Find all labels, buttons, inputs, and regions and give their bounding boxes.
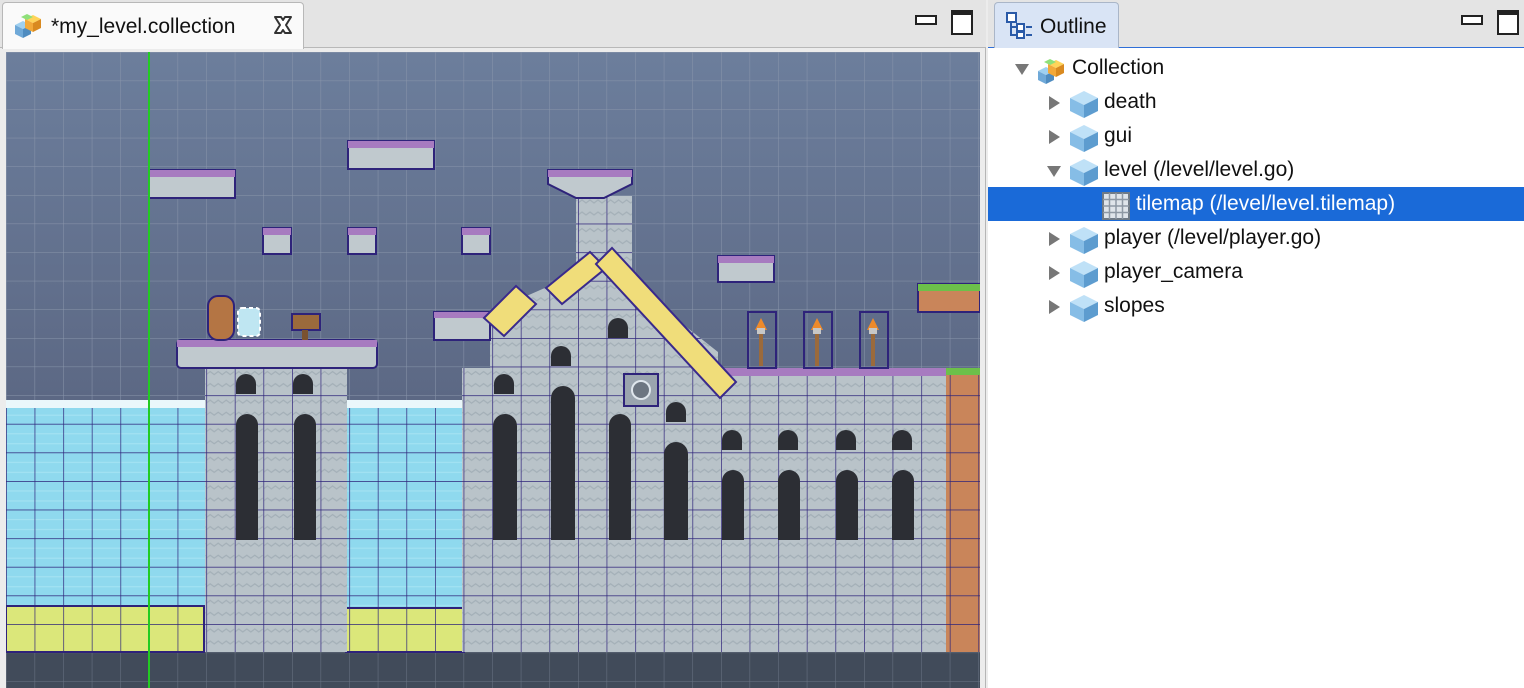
collapsed-arrow-icon[interactable] <box>1046 231 1062 247</box>
camera-lens <box>631 380 651 400</box>
game-object-icon <box>1070 295 1098 322</box>
water-surface-left <box>6 400 206 408</box>
castle-window <box>236 374 256 394</box>
minimize-button[interactable] <box>914 9 937 31</box>
game-object-icon <box>1070 159 1098 186</box>
tree-item-level[interactable]: level (/level/level.go) <box>988 153 1524 187</box>
castle-tower-left <box>205 368 347 652</box>
collapsed-arrow-icon[interactable] <box>1046 265 1062 281</box>
castle-window <box>608 318 628 338</box>
collection-icon <box>1038 59 1064 84</box>
sign-sprite <box>291 313 321 331</box>
floor-strip <box>6 652 980 688</box>
castle-window <box>666 402 686 422</box>
outline-tab-title: Outline <box>1040 15 1107 38</box>
castle-window <box>293 374 313 394</box>
maximize-button[interactable] <box>950 9 973 35</box>
castle-window <box>892 470 914 540</box>
tree-item-label: death <box>1104 90 1157 113</box>
tree-item-label: player (/level/player.go) <box>1104 226 1322 249</box>
expand-arrow-icon[interactable] <box>1014 61 1030 77</box>
outline-tab-bar: Outline <box>988 0 1524 48</box>
water-surface-middle <box>346 400 462 408</box>
castle-main-trim <box>718 368 946 376</box>
collection-icon <box>15 14 41 38</box>
castle-window <box>836 430 856 450</box>
app-window: *my_level.collection Outline Collection … <box>0 0 1524 688</box>
tree-item-slopes[interactable]: slopes <box>988 289 1524 323</box>
castle-window <box>664 442 688 540</box>
castle-window <box>551 386 575 540</box>
collapsed-arrow-icon[interactable] <box>1046 299 1062 315</box>
tab-title: *my_level.collection <box>51 15 236 38</box>
outline-maximize-button[interactable] <box>1496 9 1519 35</box>
tree-item-label: slopes <box>1104 294 1165 317</box>
tree-item-label: player_camera <box>1104 260 1243 283</box>
editor-tab-bar: *my_level.collection <box>0 0 986 49</box>
tree-item-label: tilemap (/level/level.tilemap) <box>1136 192 1396 215</box>
castle-ledge-trim <box>434 312 490 318</box>
tree-item-label: level (/level/level.go) <box>1104 158 1295 181</box>
tree-item-label: Collection <box>1072 56 1165 79</box>
castle-window <box>609 414 631 540</box>
dirt-column <box>946 368 980 652</box>
pillar-cap-trim <box>548 170 632 177</box>
player-spawn-sprite <box>237 307 261 337</box>
castle-window <box>892 430 912 450</box>
tree-item-label: gui <box>1104 124 1133 147</box>
castle-window <box>722 430 742 450</box>
tree-item-tilemap[interactable]: tilemap (/level/level.tilemap) <box>988 187 1524 221</box>
door-sprite <box>207 295 235 341</box>
castle-window <box>493 414 517 540</box>
outline-minimize-button[interactable] <box>1460 9 1483 31</box>
tree-item-gui[interactable]: gui <box>988 119 1524 153</box>
tree-item-player[interactable]: player (/level/player.go) <box>988 221 1524 255</box>
castle-window <box>778 430 798 450</box>
game-object-icon <box>1070 261 1098 288</box>
tilemap-icon <box>1102 192 1130 220</box>
game-object-icon <box>1070 125 1098 152</box>
castle-window <box>294 414 316 540</box>
collapsed-arrow-icon[interactable] <box>1046 129 1062 145</box>
sign-post <box>302 330 308 340</box>
castle-main <box>462 368 946 652</box>
outline-icon <box>1006 12 1032 39</box>
editor-panel: *my_level.collection <box>0 0 986 688</box>
tree-item-collection[interactable]: Collection <box>988 51 1524 85</box>
tower-left-trim <box>177 340 377 347</box>
sand-block-middle <box>345 607 465 653</box>
castle-window <box>551 346 571 366</box>
castle-window <box>778 470 800 540</box>
tab-my-level-collection[interactable]: *my_level.collection <box>2 2 304 49</box>
tree-item-death[interactable]: death <box>988 85 1524 119</box>
castle-window <box>494 374 514 394</box>
level-tilemap-canvas[interactable] <box>6 52 980 688</box>
outline-tree: Collection death gui level (/level/level… <box>988 51 1524 323</box>
expand-arrow-icon[interactable] <box>1046 163 1062 179</box>
game-object-icon <box>1070 227 1098 254</box>
tab-outline[interactable]: Outline <box>994 2 1119 48</box>
grass-top <box>946 368 980 375</box>
castle-window <box>722 470 744 540</box>
castle-window <box>836 470 858 540</box>
sand-block-left <box>6 605 205 653</box>
castle-window <box>236 414 258 540</box>
scene-viewport[interactable] <box>6 52 980 688</box>
close-icon[interactable] <box>271 13 295 37</box>
game-object-icon <box>1070 91 1098 118</box>
collapsed-arrow-icon[interactable] <box>1046 95 1062 111</box>
outline-panel: Outline Collection death gui level (/lev… <box>988 0 1524 688</box>
tree-item-player-camera[interactable]: player_camera <box>988 255 1524 289</box>
